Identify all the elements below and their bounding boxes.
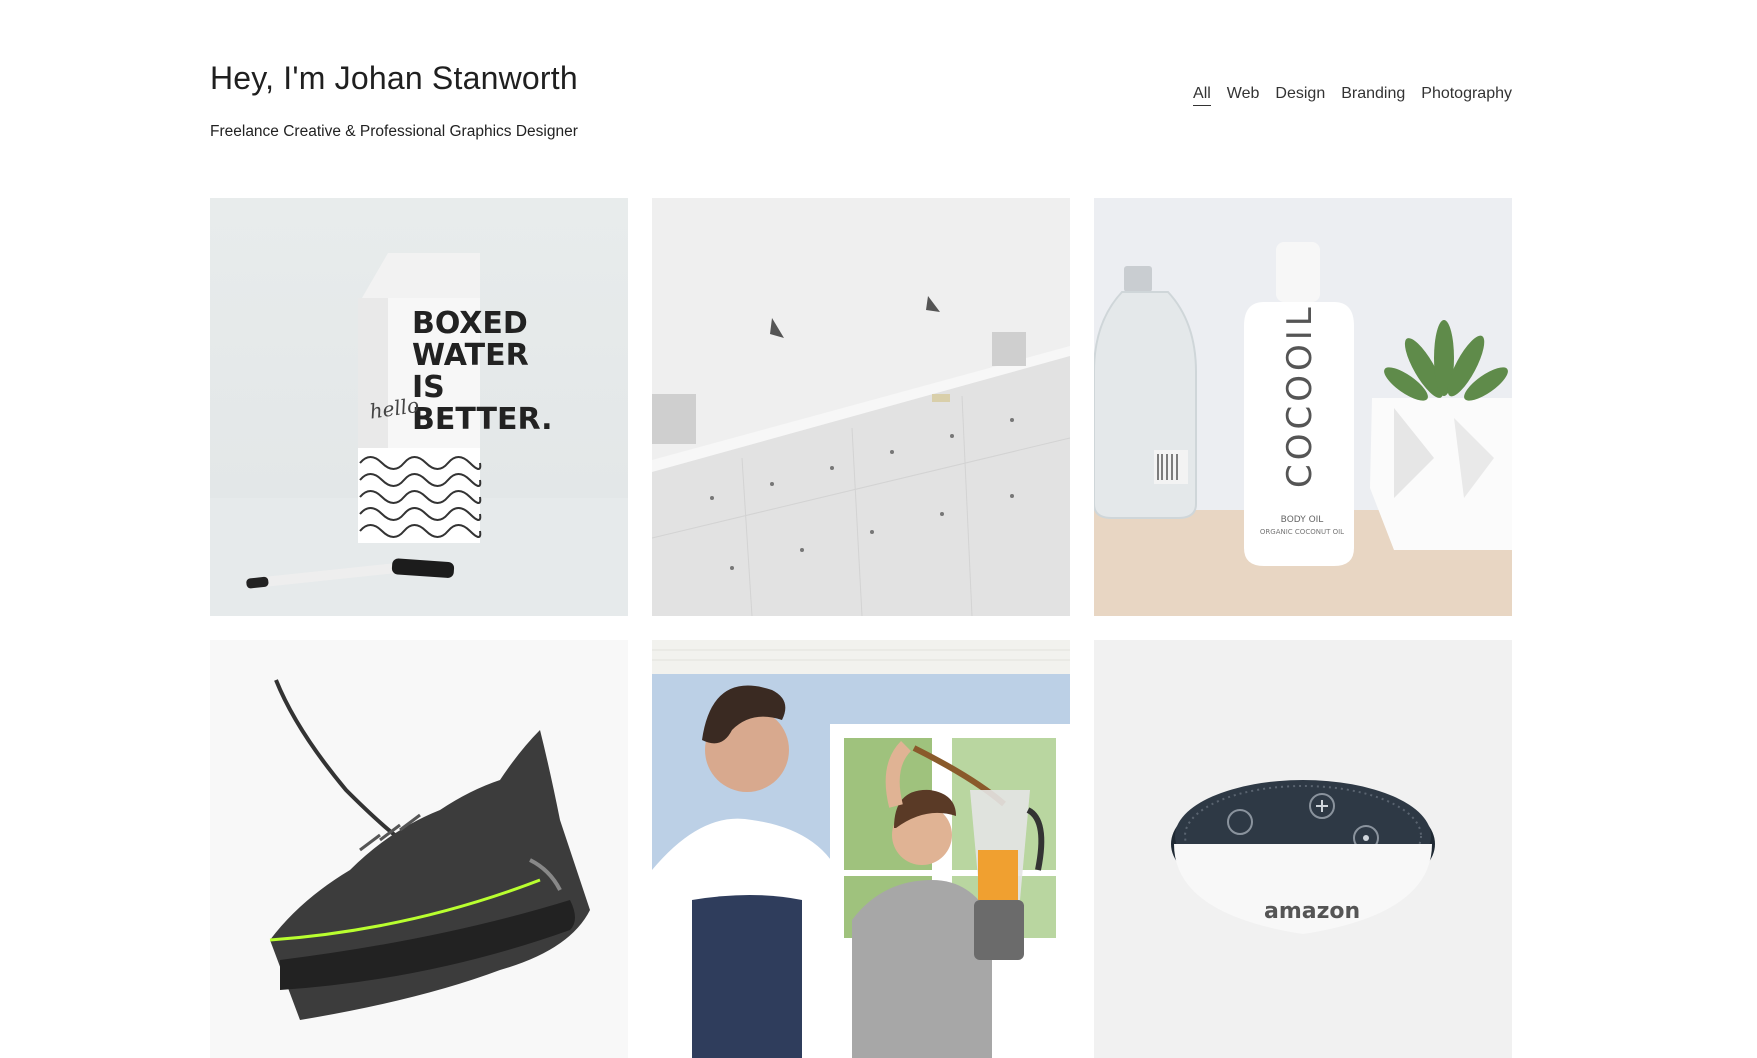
kitchen-image: [652, 640, 1070, 1058]
boxed-water-image: BOXED WATER IS BETTER. hello: [210, 198, 628, 616]
page-subtitle: Freelance Creative & Professional Graphi…: [210, 123, 578, 140]
bottle-line1: BODY OIL: [1281, 515, 1324, 525]
filter-all[interactable]: All: [1193, 85, 1211, 106]
page-header: Hey, I'm Johan Stanworth Freelance Creat…: [210, 60, 1512, 150]
filter-photography[interactable]: Photography: [1421, 85, 1512, 106]
echo-brand-text: amazon: [1264, 899, 1360, 924]
filter-design[interactable]: Design: [1275, 85, 1325, 106]
echo-dot-image: amazon: [1094, 640, 1512, 1058]
filter-branding[interactable]: Branding: [1341, 85, 1405, 106]
portfolio-grid: BOXED WATER IS BETTER. hello COCOOIL BOD…: [210, 198, 1512, 1058]
filter-web[interactable]: Web: [1227, 85, 1260, 106]
page-title: Hey, I'm Johan Stanworth: [210, 60, 578, 96]
architecture-image: [652, 198, 1070, 616]
cocooil-image: COCOOIL BODY OIL ORGANIC COCONUT OIL: [1094, 198, 1512, 616]
portfolio-item-cocooil[interactable]: COCOOIL BODY OIL ORGANIC COCONUT OIL: [1094, 198, 1512, 616]
carton-text-1: BOXED: [412, 306, 528, 341]
portfolio-filter-nav: All Web Design Branding Photography: [1193, 85, 1512, 106]
portfolio-item-kitchen[interactable]: [652, 640, 1070, 1058]
portfolio-item-echo-dot[interactable]: amazon: [1094, 640, 1512, 1058]
sneaker-image: [210, 640, 628, 1058]
carton-text-4: BETTER.: [412, 402, 553, 437]
bottle-brand-text: COCOOIL: [1280, 303, 1320, 488]
portfolio-item-architecture[interactable]: [652, 198, 1070, 616]
bottle-line2: ORGANIC COCONUT OIL: [1260, 528, 1344, 536]
portfolio-item-boxed-water[interactable]: BOXED WATER IS BETTER. hello: [210, 198, 628, 616]
carton-text-2: WATER: [412, 338, 529, 373]
portfolio-item-sneaker[interactable]: [210, 640, 628, 1058]
